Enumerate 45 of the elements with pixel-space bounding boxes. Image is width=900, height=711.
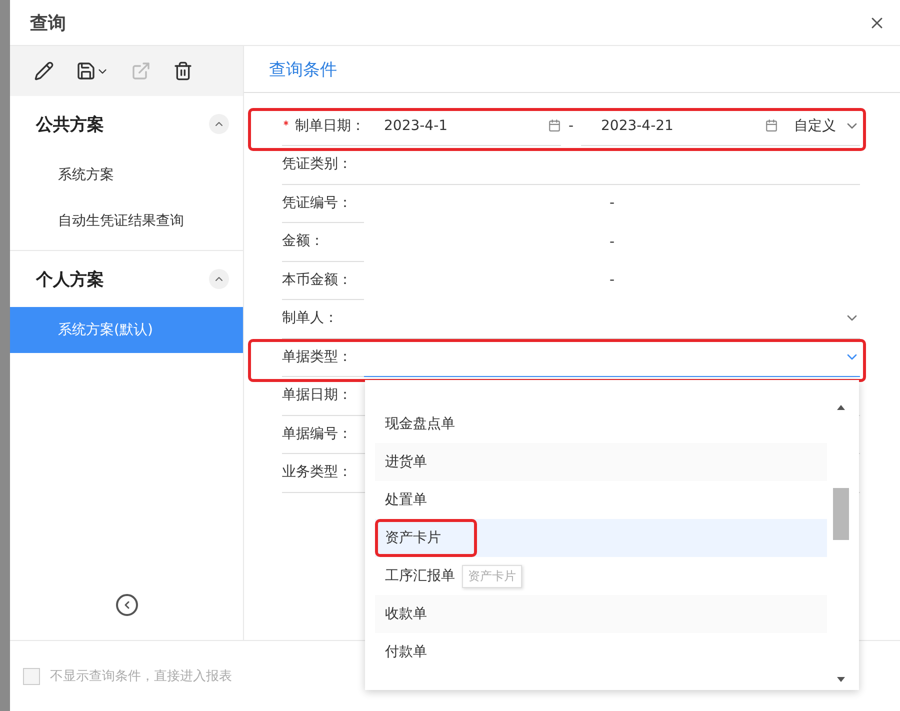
- dropdown-option[interactable]: 进货单: [375, 443, 827, 481]
- range-separator: -: [608, 195, 616, 212]
- dropdown-option[interactable]: 资产卡片: [375, 519, 827, 557]
- dropdown-option[interactable]: 收款单: [375, 595, 827, 633]
- field-label: 本币金额：: [282, 260, 364, 300]
- scroll-down-icon[interactable]: [837, 677, 845, 682]
- date-to[interactable]: 2023-4-21: [581, 118, 674, 134]
- dropdown-option[interactable]: 现金盘点单: [375, 405, 827, 443]
- field-label: 业务类型：: [282, 453, 364, 492]
- group-title: 公共方案: [36, 114, 104, 136]
- scheme-item[interactable]: 自动生凭证结果查询: [10, 198, 243, 244]
- range-separator: -: [608, 234, 616, 250]
- range-separator: -: [567, 118, 575, 134]
- save-icon[interactable]: [76, 61, 109, 81]
- collapse-toggle[interactable]: [209, 114, 229, 134]
- pencil-icon[interactable]: [34, 61, 54, 81]
- group-title: 个人方案: [36, 268, 104, 290]
- calendar-icon[interactable]: [765, 119, 778, 132]
- preset-select[interactable]: 自定义: [778, 107, 860, 146]
- scroll-up-icon[interactable]: [837, 405, 845, 410]
- range-separator: -: [608, 272, 616, 288]
- field-label: 凭证类别：: [282, 145, 364, 184]
- window-title: 查询: [30, 12, 66, 34]
- field-label: 制单人：: [282, 299, 364, 338]
- tab[interactable]: 查询条件: [269, 58, 337, 80]
- dropdown-option[interactable]: 处置单: [375, 481, 827, 519]
- field-label: 单据编号：: [282, 414, 364, 454]
- dropdown-option[interactable]: 工序汇报单 资产卡片: [375, 557, 827, 595]
- calendar-icon[interactable]: [548, 119, 561, 132]
- field-label: 单据日期：: [282, 376, 364, 416]
- field-label: 凭证编号：: [282, 184, 364, 223]
- checkbox[interactable]: [23, 668, 40, 684]
- dropdown-option[interactable]: 付款单: [375, 633, 827, 671]
- scrollbar-thumb[interactable]: [833, 488, 849, 540]
- tooltip: 资产卡片: [462, 565, 522, 588]
- collapse-toggle[interactable]: [209, 269, 229, 289]
- collapse-icon[interactable]: [116, 594, 138, 616]
- field-label: 单据类型：: [282, 338, 364, 377]
- field-label: 金额：: [282, 222, 364, 262]
- checkbox-label: 不显示查询条件，直接进入报表: [50, 668, 232, 685]
- field-label: 制单日期：: [282, 106, 364, 146]
- trash-icon[interactable]: [173, 61, 193, 81]
- scheme-item[interactable]: 系统方案: [10, 152, 243, 198]
- required-icon: [282, 118, 290, 126]
- date-from[interactable]: 2023-4-1: [364, 118, 448, 134]
